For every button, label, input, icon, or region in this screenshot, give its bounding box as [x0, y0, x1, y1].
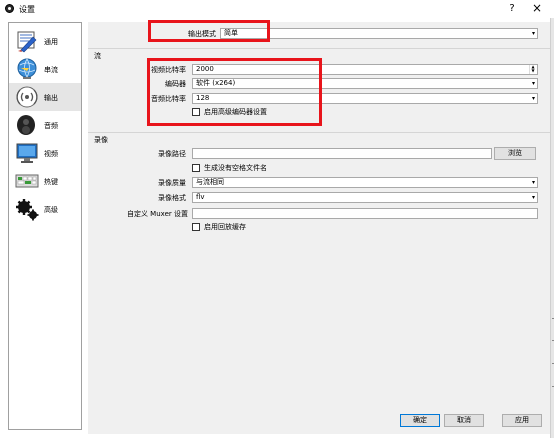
recording-path-label: 录像路径 [158, 150, 186, 158]
recording-quality-label: 录像质量 [158, 179, 186, 187]
title-bar: 设置 ? × [0, 0, 554, 18]
recording-group-title: 录像 [94, 136, 108, 144]
help-button[interactable]: ? [505, 3, 519, 15]
speaker-icon [17, 115, 35, 135]
sidebar-item-label: 高级 [44, 206, 58, 214]
chevron-down-icon: ▾ [531, 194, 535, 201]
spin-arrows-icon[interactable]: ▲ ▼ [529, 65, 536, 74]
sidebar-item-label: 视频 [44, 150, 58, 158]
sidebar-item-label: 输出 [44, 94, 58, 102]
muxer-settings-label: 自定义 Muxer 设置 [126, 210, 188, 218]
ok-button[interactable]: 确定 [400, 414, 440, 427]
keyboard-icon [15, 174, 39, 188]
window-title: 设置 [19, 5, 35, 14]
chevron-down-icon: ▾ [531, 95, 535, 102]
recording-format-value: flv [196, 193, 205, 201]
gears-icon [16, 199, 39, 221]
recording-quality-value: 与流相同 [196, 178, 224, 186]
highlight-output-mode [148, 20, 270, 42]
recording-path-input[interactable] [192, 148, 492, 159]
monitor-icon [16, 143, 38, 163]
sidebar-item-label: 串流 [44, 66, 58, 74]
checkbox-box[interactable] [192, 223, 200, 231]
checkbox-box[interactable] [192, 164, 200, 172]
no-space-filename-checkbox[interactable]: 生成没有空格文件名 [192, 163, 392, 173]
chevron-down-icon: ▾ [531, 80, 535, 87]
chevron-down-icon: ▾ [531, 30, 535, 37]
browse-button[interactable]: 浏览 [494, 147, 536, 160]
recording-format-select[interactable]: flv ▾ [192, 192, 538, 203]
highlight-streaming-settings [147, 58, 322, 126]
streaming-group-title: 流 [94, 52, 101, 60]
sidebar-item-video[interactable]: 视频 [9, 139, 81, 167]
muxer-settings-input[interactable] [192, 208, 538, 219]
settings-icon [17, 31, 37, 53]
sidebar-item-audio[interactable]: 音频 [9, 111, 81, 139]
close-button[interactable]: × [529, 2, 545, 15]
settings-sidebar: 通用 串流 输出 音频 视频 热键 高级 [8, 22, 82, 430]
no-space-filename-label: 生成没有空格文件名 [204, 164, 267, 172]
sidebar-item-general[interactable]: 通用 [9, 27, 81, 55]
apply-button[interactable]: 应用 [502, 414, 542, 427]
stream-globe-icon [17, 58, 37, 79]
obs-logo-icon [5, 4, 14, 13]
recording-format-label: 录像格式 [158, 194, 186, 202]
chevron-down-icon: ▾ [531, 179, 535, 186]
cancel-button[interactable]: 取消 [444, 414, 484, 427]
sidebar-item-advanced[interactable]: 高级 [9, 195, 81, 223]
replay-buffer-label: 启用回放缓存 [204, 223, 246, 231]
sidebar-item-hotkeys[interactable]: 热键 [9, 167, 81, 195]
output-signal-icon [16, 86, 38, 108]
background-window-edge [550, 18, 554, 438]
sidebar-item-label: 音频 [44, 122, 58, 130]
sidebar-item-label: 通用 [44, 38, 58, 46]
sidebar-item-label: 热键 [44, 178, 58, 186]
replay-buffer-checkbox[interactable]: 启用回放缓存 [192, 222, 392, 232]
recording-quality-select[interactable]: 与流相同 ▾ [192, 177, 538, 188]
sidebar-item-output[interactable]: 输出 [9, 83, 81, 111]
sidebar-item-stream[interactable]: 串流 [9, 55, 81, 83]
